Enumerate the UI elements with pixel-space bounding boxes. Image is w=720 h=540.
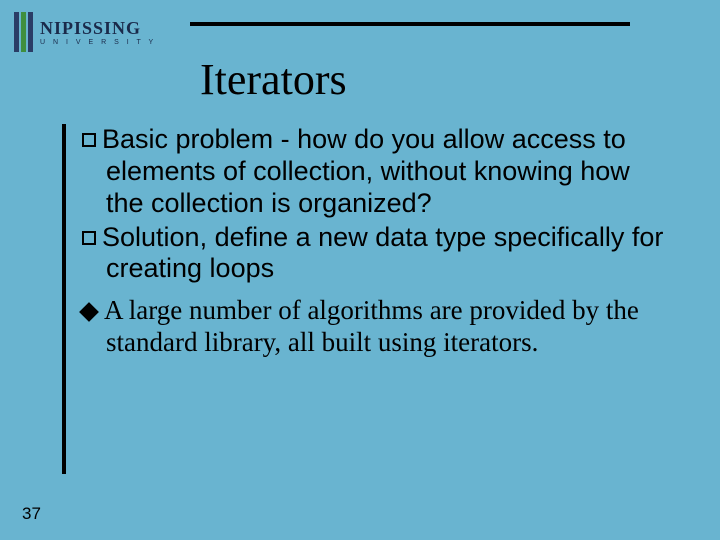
page-number: 37 — [22, 504, 41, 524]
logo-mark-icon — [14, 12, 36, 52]
bullet-text: Basic problem - how do you allow access … — [102, 124, 630, 218]
diamond-bullet-icon — [79, 302, 99, 322]
horizontal-rule — [190, 22, 630, 26]
square-bullet-icon — [82, 231, 96, 245]
vertical-rule — [62, 124, 66, 474]
bullet-item: Solution, define a new data type specifi… — [72, 222, 672, 286]
bullet-item: A large number of algorithms are provide… — [72, 295, 672, 359]
logo-name: NIPISSING — [40, 19, 156, 37]
logo-text: NIPISSING U N I V E R S I T Y — [40, 19, 156, 46]
slide: NIPISSING U N I V E R S I T Y Iterators … — [0, 0, 720, 540]
square-bullet-icon — [82, 133, 96, 147]
slide-body: Basic problem - how do you allow access … — [72, 124, 672, 361]
bullet-text: Solution, define a new data type specifi… — [102, 222, 663, 284]
logo-subtitle: U N I V E R S I T Y — [40, 39, 156, 46]
slide-title: Iterators — [200, 54, 347, 105]
bullet-item: Basic problem - how do you allow access … — [72, 124, 672, 220]
university-logo: NIPISSING U N I V E R S I T Y — [14, 8, 174, 56]
bullet-text: A large number of algorithms are provide… — [104, 295, 639, 357]
